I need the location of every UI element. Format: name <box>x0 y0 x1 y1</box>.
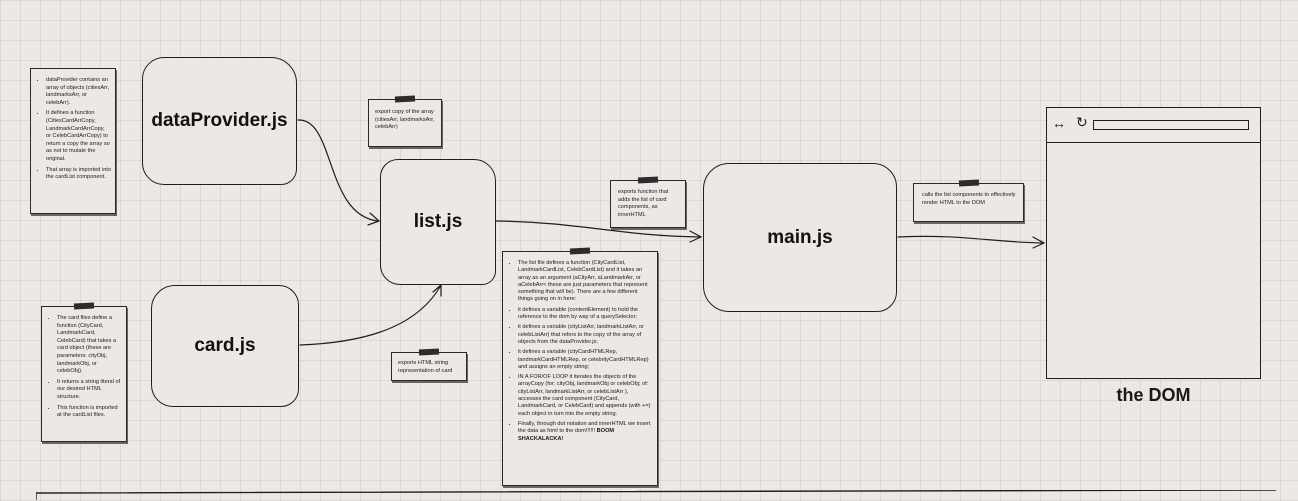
tape <box>637 176 659 184</box>
arrow-main-to-dom <box>897 235 1044 244</box>
note-exports-function-text: exports function that adds the list of c… <box>618 189 669 218</box>
note-list-description: The list file defines a function (CityCa… <box>502 247 658 486</box>
tape <box>73 302 95 310</box>
address-bar <box>1093 120 1249 130</box>
note-list-item-1: The list file defines a function (CityCa… <box>518 260 653 304</box>
note-dataprovider-item-1: dataProvider contains an array of object… <box>46 77 111 107</box>
arrow-card-to-list <box>299 286 441 346</box>
note-list-item-3: it defines a variable (cityListArr, land… <box>518 324 653 346</box>
note-dataprovider-description: dataProvider contains an array of object… <box>30 68 116 214</box>
note-card-item-2: It returns a string literal of our desir… <box>57 379 122 402</box>
reload-icon: ↻ <box>1076 114 1088 130</box>
node-dataprovider: dataProvider.js <box>142 57 297 185</box>
node-main: main.js <box>703 163 897 312</box>
note-exports-html-string: exports HTML string representation of ca… <box>391 348 467 381</box>
node-dataprovider-label: dataProvider.js <box>151 110 288 131</box>
arrow-dataprovider-to-list <box>297 119 379 222</box>
tape <box>418 348 440 356</box>
note-card-item-1: The card files define a function (CityCa… <box>57 315 122 376</box>
node-list: list.js <box>380 159 496 285</box>
bottom-frame-edge <box>36 490 1277 500</box>
back-forward-arrows-icon: ↔ <box>1052 115 1066 131</box>
browser-toolbar: ↔ ↻ <box>1047 108 1260 143</box>
tape <box>958 179 979 187</box>
tape <box>394 95 416 103</box>
note-export-copy-text: export copy of the array (citiesArr, lan… <box>375 109 435 131</box>
browser-window: ↔ ↻ <box>1046 107 1261 379</box>
note-calls-list-text: calls the list components to effectively… <box>922 192 1016 206</box>
node-card: card.js <box>151 285 299 407</box>
note-card-item-3: This function is imported at the cardLis… <box>57 405 122 420</box>
node-list-label: list.js <box>413 211 463 232</box>
note-calls-list: calls the list components to effectively… <box>913 179 1024 222</box>
note-export-copy: export copy of the array (citiesArr, lan… <box>368 95 442 147</box>
note-card-description: The card files define a function (CityCa… <box>41 302 127 442</box>
dom-label: the DOM <box>1116 385 1191 405</box>
note-list-item-6-text: Finally, through dot notation and innerH… <box>518 420 651 435</box>
note-dataprovider-item-3: That array is imported into the cardList… <box>46 167 111 182</box>
note-exports-function: exports function that adds the list of c… <box>610 176 686 228</box>
note-list-item-5: IN A FOR/OF LOOP it iterates the objects… <box>518 374 653 418</box>
note-dataprovider-item-2: It defines a function (CitiesCardArrCopy… <box>46 110 111 163</box>
note-list-item-6: Finally, through dot notation and innerH… <box>518 421 653 443</box>
tape <box>569 247 591 255</box>
note-list-item-4: it defines a variable (cityCardHTMLRep, … <box>518 349 653 371</box>
note-exports-html-string-text: exports HTML string representation of ca… <box>398 360 453 374</box>
note-list-item-2: it defines a variable (contentElement) t… <box>518 307 653 322</box>
node-main-label: main.js <box>767 226 833 248</box>
node-card-label: card.js <box>194 335 256 356</box>
